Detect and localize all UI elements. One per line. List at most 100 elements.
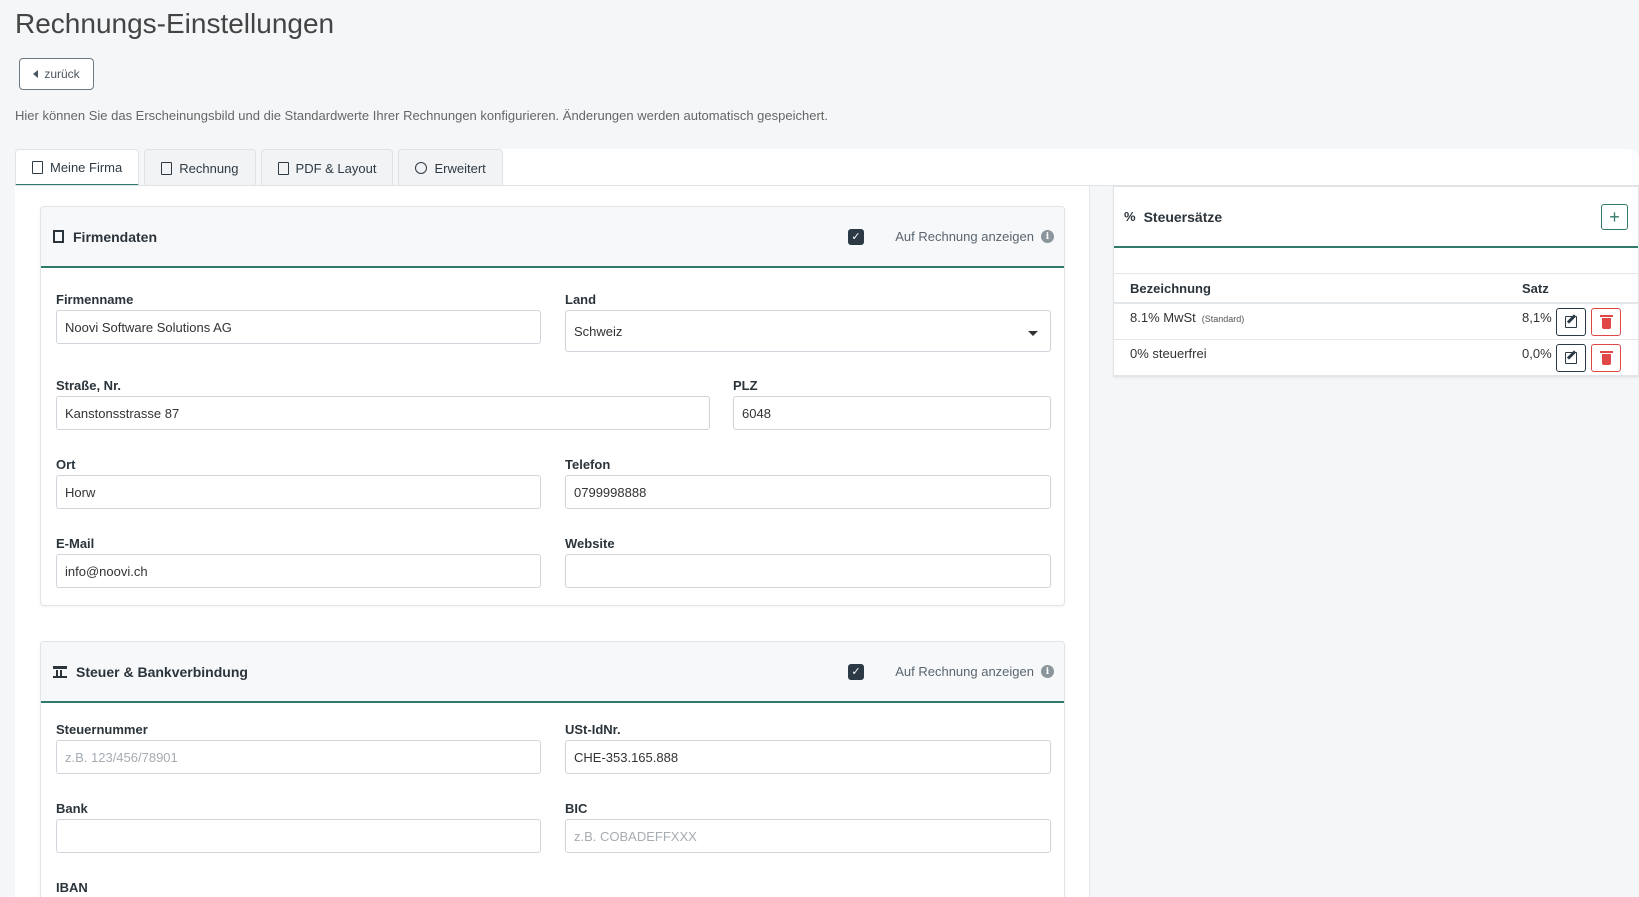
tab-bar-background bbox=[500, 149, 1639, 186]
website-input[interactable] bbox=[565, 554, 1051, 588]
field-label: PLZ bbox=[733, 378, 758, 393]
table-row: 0% steuerfrei 0,0% bbox=[1114, 340, 1638, 376]
show-on-invoice-checkbox[interactable]: ✓ bbox=[848, 228, 864, 245]
firmendaten-header: Firmendaten ✓ Auf Rechnung anzeigen i bbox=[41, 207, 1064, 268]
building-icon bbox=[53, 230, 64, 243]
iban-field: IBAN bbox=[56, 880, 541, 897]
table-row: 8.1% MwSt (Standard) 8,1% bbox=[1114, 304, 1638, 340]
col-satz: Satz bbox=[1522, 280, 1549, 296]
default-tag: (Standard) bbox=[1201, 314, 1245, 324]
show-on-invoice-label: Auf Rechnung anzeigen bbox=[895, 229, 1034, 244]
tax-name: 8.1% MwSt (Standard) bbox=[1130, 310, 1244, 325]
steuer-bank-header: Steuer & Bankverbindung ✓ Auf Rechnung a… bbox=[41, 642, 1064, 703]
tab-meine-firma[interactable]: Meine Firma bbox=[15, 149, 140, 186]
back-button[interactable]: zurück bbox=[19, 58, 94, 90]
strasse-input[interactable]: Kanstonsstrasse 87 bbox=[56, 396, 710, 430]
back-button-label: zurück bbox=[44, 67, 80, 81]
steuernummer-field: Steuernummer z.B. 123/456/78901 bbox=[56, 722, 541, 774]
firmenname-field: Firmenname Noovi Software Solutions AG bbox=[56, 292, 541, 344]
field-label: Telefon bbox=[565, 457, 611, 472]
bic-input[interactable]: z.B. COBADEFFXXX bbox=[565, 819, 1051, 853]
field-label: USt-IdNr. bbox=[565, 722, 621, 737]
field-label: Ort bbox=[56, 457, 76, 472]
edit-icon bbox=[1565, 352, 1577, 364]
column-divider bbox=[1089, 186, 1090, 897]
steuersaetze-card: % Steuersätze + Bezeichnung Satz 8.1% Mw… bbox=[1113, 186, 1639, 377]
table-header: Bezeichnung Satz bbox=[1114, 274, 1638, 304]
plz-input[interactable]: 6048 bbox=[733, 396, 1051, 430]
field-label: Straße, Nr. bbox=[56, 378, 122, 393]
cogs-icon bbox=[415, 162, 428, 174]
ustid-input[interactable]: CHE-353.165.888 bbox=[565, 740, 1051, 774]
chevron-down-icon bbox=[1028, 331, 1038, 336]
show-on-invoice-label: Auf Rechnung anzeigen bbox=[895, 664, 1034, 679]
page-title: Rechnungs-Einstellungen bbox=[15, 8, 335, 39]
field-label: Land bbox=[565, 292, 597, 307]
field-label: Bank bbox=[56, 801, 88, 816]
email-field: E-Mail info@noovi.ch bbox=[56, 536, 541, 588]
land-select[interactable]: Schweiz bbox=[565, 310, 1051, 352]
card-title: Steuersätze bbox=[1143, 208, 1223, 225]
edit-icon bbox=[1565, 316, 1577, 328]
info-icon[interactable]: i bbox=[1041, 665, 1054, 678]
field-label: Website bbox=[565, 536, 615, 551]
ort-field: Ort Horw bbox=[56, 457, 541, 509]
percent-icon: % bbox=[1124, 209, 1136, 224]
trash-icon bbox=[1599, 350, 1613, 365]
caret-left-icon bbox=[33, 70, 39, 78]
tax-name: 0% steuerfrei bbox=[1130, 346, 1207, 361]
intro-text: Hier können Sie das Erscheinungsbild und… bbox=[15, 108, 829, 123]
tab-pdf-layout[interactable]: PDF & Layout bbox=[260, 149, 394, 186]
building-icon bbox=[32, 160, 43, 174]
bic-field: BIC z.B. COBADEFFXXX bbox=[565, 801, 1051, 853]
field-label: Firmenname bbox=[56, 292, 134, 307]
steuernummer-input[interactable]: z.B. 123/456/78901 bbox=[56, 740, 541, 774]
add-tax-rate-button[interactable]: + bbox=[1601, 204, 1628, 230]
edit-button[interactable] bbox=[1556, 344, 1586, 372]
tax-name-text: 8.1% MwSt bbox=[1130, 310, 1196, 325]
telefon-field: Telefon 0799998888 bbox=[565, 457, 1051, 509]
website-field: Website bbox=[565, 536, 1051, 588]
bank-icon bbox=[53, 665, 67, 678]
tax-name-text: 0% steuerfrei bbox=[1130, 346, 1207, 361]
tab-rechnung[interactable]: Rechnung bbox=[144, 149, 256, 186]
tax-rate: 0,0% bbox=[1522, 346, 1552, 361]
edit-button[interactable] bbox=[1556, 308, 1586, 336]
email-input[interactable]: info@noovi.ch bbox=[56, 554, 541, 588]
plz-field: PLZ 6048 bbox=[733, 378, 1051, 430]
firmenname-input[interactable]: Noovi Software Solutions AG bbox=[56, 310, 541, 344]
file-icon bbox=[161, 161, 173, 175]
tab-erweitert[interactable]: Erweitert bbox=[398, 149, 503, 186]
strasse-field: Straße, Nr. Kanstonsstrasse 87 bbox=[56, 378, 710, 430]
spacer bbox=[1114, 248, 1638, 274]
trash-icon bbox=[1599, 314, 1613, 329]
tax-rate: 8,1% bbox=[1522, 310, 1552, 325]
field-label: BIC bbox=[565, 801, 588, 816]
col-bezeichnung: Bezeichnung bbox=[1130, 280, 1211, 296]
field-label: E-Mail bbox=[56, 536, 95, 551]
ort-input[interactable]: Horw bbox=[56, 475, 541, 509]
delete-button[interactable] bbox=[1591, 308, 1621, 336]
card-title: Steuer & Bankverbindung bbox=[76, 663, 248, 680]
bank-field: Bank bbox=[56, 801, 541, 853]
tab-label: Erweitert bbox=[434, 160, 486, 176]
bank-input[interactable] bbox=[56, 819, 541, 853]
show-on-invoice-checkbox[interactable]: ✓ bbox=[848, 663, 864, 680]
steuersaetze-header: % Steuersätze + bbox=[1114, 187, 1638, 248]
tab-label: Rechnung bbox=[179, 160, 239, 176]
telefon-input[interactable]: 0799998888 bbox=[565, 475, 1051, 509]
steuer-bank-card: Steuer & Bankverbindung ✓ Auf Rechnung a… bbox=[40, 641, 1065, 897]
info-icon[interactable]: i bbox=[1041, 230, 1054, 243]
delete-button[interactable] bbox=[1591, 344, 1621, 372]
field-label: Steuernummer bbox=[56, 722, 148, 737]
field-label: IBAN bbox=[56, 880, 88, 895]
tab-label: PDF & Layout bbox=[295, 160, 377, 176]
settings-tabs: Meine Firma Rechnung PDF & Layout Erweit… bbox=[15, 149, 503, 186]
land-field: Land Schweiz bbox=[565, 292, 1051, 352]
land-value: Schweiz bbox=[574, 323, 623, 339]
firmendaten-card: Firmendaten ✓ Auf Rechnung anzeigen i Fi… bbox=[40, 206, 1065, 606]
ustid-field: USt-IdNr. CHE-353.165.888 bbox=[565, 722, 1051, 774]
pdf-icon bbox=[277, 161, 289, 175]
card-title: Firmendaten bbox=[73, 228, 158, 245]
tab-label: Meine Firma bbox=[50, 159, 123, 175]
